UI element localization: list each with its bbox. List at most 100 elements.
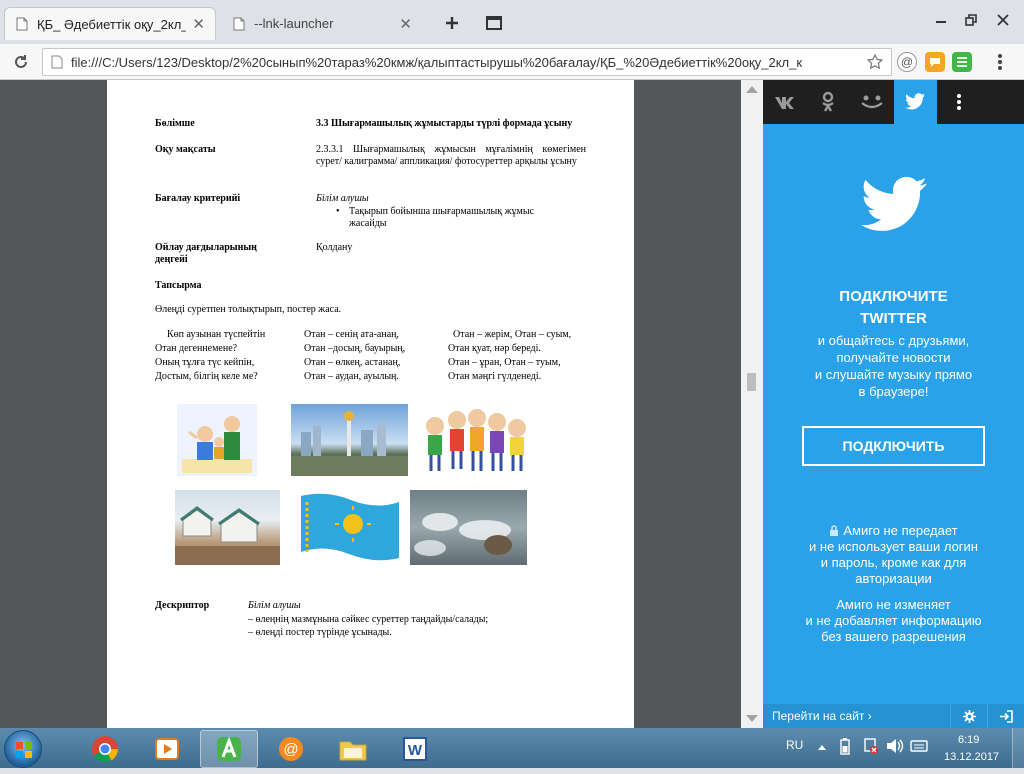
mail-taskbar-button[interactable]: @ [262,730,320,768]
word-icon: W [403,737,427,761]
svg-text:W: W [408,742,423,759]
chat-icon[interactable] [925,52,945,72]
astana-cityscape [291,404,408,476]
descriptor-label: Дескриптор [155,600,210,611]
twitter-tab-icon[interactable] [893,80,937,124]
logout-button[interactable] [987,704,1024,728]
clock-time[interactable]: 6:19 [958,734,979,746]
river-photo [410,490,527,565]
toolbar: file:///C:/Users/123/Desktop/2%20сынып%2… [0,44,1024,80]
page-icon [51,55,63,69]
address-text: file:///C:/Users/123/Desktop/2%20сынып%2… [71,54,803,70]
amigo-taskbar-button[interactable] [200,730,258,768]
settings-button[interactable] [950,704,987,728]
row-value: 2.3.3.1 Шығармашылық жұмысын мұғалімнің … [316,144,586,167]
row-value: 3.3 Шығармашылық жұмыстарды түрлі формад… [316,118,573,129]
word-taskbar-button[interactable]: W [386,730,444,768]
scroll-up-icon[interactable] [746,86,758,93]
address-bar[interactable]: file:///C:/Users/123/Desktop/2%20сынып%2… [42,48,892,76]
scroll-down-icon[interactable] [746,715,758,722]
document-icon [16,17,28,31]
logout-icon [1000,709,1013,723]
chrome-taskbar-button[interactable] [76,730,134,768]
tab-pdf[interactable]: ҚБ_ Әдебиеттік оқу_2кл_каз.pdf ✕ [4,7,216,40]
row-label: Бөлімше [155,118,195,129]
scroll-thumb[interactable] [747,373,756,391]
odnoklassniki-icon[interactable] [807,80,851,124]
task-text: Өлеңді суретпен толықтырып, постер жаса. [155,304,342,315]
keyboard-icon[interactable] [910,738,928,757]
privacy-note: Амиго не передает и не использует ваши л… [809,523,978,586]
window-list-icon [486,16,502,30]
battery-icon[interactable] [840,737,850,758]
sidebar-title: ПОДКЛЮЧИТЕ TWITTER [839,288,948,327]
row-value: Қолдану [316,242,353,253]
media-player-icon [155,738,179,760]
reload-button[interactable] [8,49,34,75]
descriptor-heading: Білім алушы [248,600,301,611]
chrome-icon [92,736,118,763]
poem-stanza: Отан – жерім, Отан – суым, Отан қуат, нә… [448,329,572,382]
privacy-note: Амиго не изменяет и не добавляет информа… [805,597,982,644]
minimize-icon [936,21,946,23]
kazakhstan-flag-image [293,490,401,565]
task-heading: Тапсырма [155,280,202,291]
pdf-viewer: Бөлімше 3.3 Шығармашылық жұмыстарды түрл… [0,80,763,728]
criteria-bullet: • Тақырып бойынша шығармашылық жұмыс жас… [336,206,534,229]
tab-list-button[interactable] [480,10,508,36]
family-illustration [177,404,257,476]
row-value-italic: Білім алушы [316,193,369,204]
media-taskbar-button[interactable] [138,730,196,768]
windows-logo-icon [16,742,32,758]
restore-button[interactable] [956,8,986,32]
gear-icon [962,709,976,723]
volume-icon[interactable] [886,738,904,757]
close-window-button[interactable] [988,8,1018,32]
poem-stanza: Отан – сенің ата-анаң, Отан –досың, бауы… [304,329,406,382]
network-icon[interactable] [863,737,879,758]
close-icon [997,14,1009,26]
row-label: Бағалау критерийі [155,193,241,204]
clock-date[interactable]: 13.12.2017 [944,751,999,763]
children-illustration [417,404,537,476]
menu-icon[interactable] [990,52,1010,72]
smile-icon[interactable] [850,80,894,124]
close-tab-icon[interactable]: ✕ [399,15,412,33]
at-sign-icon[interactable]: @ [897,52,917,72]
lock-icon [830,525,839,536]
show-hidden-icons[interactable] [817,740,827,754]
document-icon [233,17,245,30]
svg-text:@: @ [283,741,298,758]
list-icon[interactable] [952,52,972,72]
star-icon[interactable] [867,54,883,70]
more-icon[interactable] [937,80,981,124]
close-tab-icon[interactable]: ✕ [192,15,205,33]
folder-icon [339,741,367,761]
scrollbar[interactable] [741,80,763,728]
language-indicator[interactable]: RU [786,738,803,752]
houses-photo [175,490,280,565]
twitter-logo-icon [861,176,927,231]
restore-icon [965,14,977,26]
show-desktop-button[interactable] [1012,728,1024,768]
chevron-up-icon [818,745,826,750]
pdf-page: Бөлімше 3.3 Шығармашылық жұмыстарды түрл… [107,80,634,728]
taskbar: @ W RU 6:19 13.12.2017 [0,728,1024,768]
tab-strip: ҚБ_ Әдебиеттік оқу_2кл_каз.pdf ✕ --lnk-l… [0,0,1024,44]
tab-title: ҚБ_ Әдебиеттік оқу_2кл_каз.pdf [37,16,186,32]
tab-launcher[interactable]: --lnk-launcher ✕ [222,7,422,40]
descriptor-item: – өлеңнің мазмұнына сәйкес суреттер таңд… [248,614,489,625]
vk-icon[interactable] [763,80,807,124]
connect-button[interactable]: ПОДКЛЮЧИТЬ [802,426,985,466]
start-button[interactable] [4,730,42,768]
new-tab-button[interactable] [438,10,466,36]
row-label: Ойлау дағдыларының деңгейі [155,242,257,265]
sidebar-tabs [763,80,1024,124]
sidebar-subtitle: и общайтесь с друзьями, получайте новост… [814,333,973,399]
descriptor-item: – өлеңді постер түрінде ұсынады. [248,627,392,638]
minimize-button[interactable] [926,8,956,32]
explorer-taskbar-button[interactable] [324,730,382,768]
go-to-site-link[interactable]: Перейти на сайт › [763,704,950,728]
tab-title: --lnk-launcher [254,16,334,31]
poem-stanza: Көп аузынан түспейтін Отан дегеннемене? … [155,329,266,382]
